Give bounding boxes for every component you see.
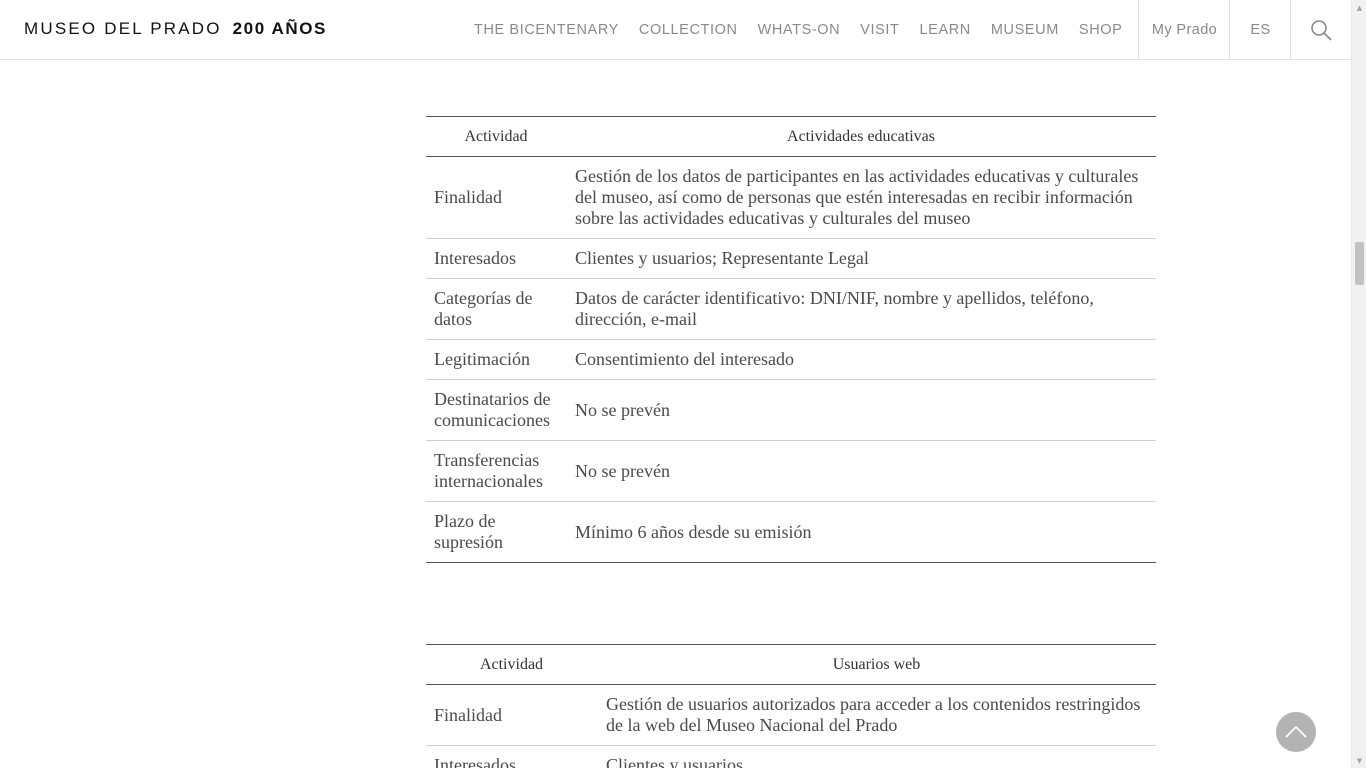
logo-anniversary: 200 AÑOS: [232, 19, 327, 38]
table-row: Plazo de supresión Mínimo 6 años desde s…: [426, 501, 1156, 563]
data-processing-table-web-users: Actividad Usuarios web Finalidad Gestión…: [426, 644, 1156, 768]
row-label: Finalidad: [426, 684, 597, 746]
row-label: Destinatarios de comunicaciones: [426, 379, 566, 441]
row-value: Clientes y usuarios: [597, 745, 1156, 768]
vertical-scrollbar[interactable]: ▲ ▼: [1351, 0, 1366, 768]
row-value: Mínimo 6 años desde su emisión: [566, 501, 1156, 563]
row-label: Plazo de supresión: [426, 501, 566, 563]
scroll-down-arrow-icon[interactable]: ▼: [1352, 753, 1366, 768]
search-icon: [1311, 20, 1332, 41]
table-row: Finalidad Gestión de usuarios autorizado…: [426, 684, 1156, 746]
table-row: Categorías de datos Datos de carácter id…: [426, 278, 1156, 340]
row-value: Clientes y usuarios; Representante Legal: [566, 238, 1156, 279]
site-logo[interactable]: MUSEO DEL PRADO 200 AÑOS: [24, 19, 327, 39]
row-label: Transferencias internacionales: [426, 440, 566, 502]
column-header-value: Usuarios web: [597, 644, 1156, 685]
search-button[interactable]: [1290, 0, 1351, 60]
site-header: MUSEO DEL PRADO 200 AÑOS THE BICENTENARY…: [0, 0, 1351, 60]
table-row: Finalidad Gestión de los datos de partic…: [426, 156, 1156, 239]
column-header-value: Actividades educativas: [566, 116, 1156, 157]
nav-visit[interactable]: VISIT: [850, 22, 909, 38]
nav-learn[interactable]: LEARN: [910, 22, 981, 38]
row-label: Interesados: [426, 745, 597, 768]
column-header-activity: Actividad: [426, 644, 597, 685]
nav-collection[interactable]: COLLECTION: [629, 22, 748, 38]
nav-bicentenary[interactable]: THE BICENTENARY: [464, 22, 629, 38]
row-value: No se prevén: [566, 440, 1156, 502]
back-to-top-button[interactable]: [1276, 712, 1316, 752]
nav-shop[interactable]: SHOP: [1069, 22, 1133, 38]
logo-text: MUSEO DEL PRADO: [24, 19, 222, 38]
main-nav: THE BICENTENARY COLLECTION WHATS-ON VISI…: [464, 0, 1132, 60]
row-label: Finalidad: [426, 156, 566, 239]
scrollbar-thumb[interactable]: [1355, 242, 1364, 285]
row-value: Gestión de usuarios autorizados para acc…: [597, 684, 1156, 746]
table-row: Legitimación Consentimiento del interesa…: [426, 339, 1156, 380]
nav-museum[interactable]: MUSEUM: [981, 22, 1069, 38]
row-label: Legitimación: [426, 339, 566, 380]
table-row: Interesados Clientes y usuarios: [426, 745, 1156, 768]
table-row: Destinatarios de comunicaciones No se pr…: [426, 379, 1156, 441]
chevron-up-icon: [1285, 725, 1307, 738]
language-selector[interactable]: ES: [1229, 0, 1291, 60]
table-row: Transferencias internacionales No se pre…: [426, 440, 1156, 502]
row-value: Gestión de los datos de participantes en…: [566, 156, 1156, 239]
row-label: Categorías de datos: [426, 278, 566, 340]
my-prado-link[interactable]: My Prado: [1138, 0, 1230, 60]
row-value: Datos de carácter identificativo: DNI/NI…: [566, 278, 1156, 340]
nav-whats-on[interactable]: WHATS-ON: [748, 22, 851, 38]
row-value: No se prevén: [566, 379, 1156, 441]
scroll-up-arrow-icon[interactable]: ▲: [1352, 0, 1366, 15]
row-label: Interesados: [426, 238, 566, 279]
table-row: Interesados Clientes y usuarios; Represe…: [426, 238, 1156, 279]
data-processing-table-educational: Actividad Actividades educativas Finalid…: [426, 116, 1156, 563]
table-header-row: Actividad Usuarios web: [426, 644, 1156, 685]
row-value: Consentimiento del interesado: [566, 339, 1156, 380]
table-header-row: Actividad Actividades educativas: [426, 116, 1156, 157]
column-header-activity: Actividad: [426, 116, 566, 157]
